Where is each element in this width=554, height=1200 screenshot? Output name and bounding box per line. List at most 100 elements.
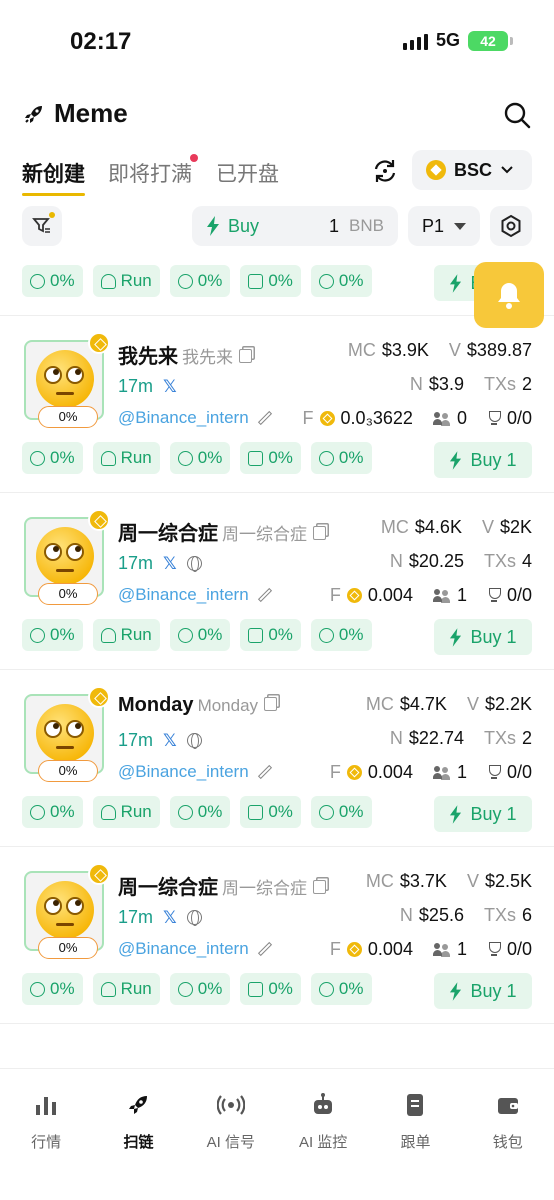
search-icon[interactable]: [502, 100, 532, 130]
chip-value: Run: [120, 271, 152, 290]
market-cap: $3.7K: [399, 871, 447, 891]
globe-icon[interactable]: [186, 910, 202, 926]
token-feed[interactable]: 0% 𝕏 @Binance_intern MC V N TXs F: [0, 258, 554, 1068]
chart-bars-icon: [32, 1091, 60, 1123]
chain-selector[interactable]: BSC: [412, 150, 532, 190]
x-twitter-icon[interactable]: 𝕏: [163, 731, 177, 751]
liquidity-row: N $20.25 TXs 4: [390, 551, 532, 572]
nav-label: 跟单: [400, 1134, 431, 1151]
bnb-icon: [346, 765, 362, 780]
chip-value: 0%: [268, 625, 293, 644]
edit-icon[interactable]: [257, 587, 272, 603]
holders-count: 1: [456, 939, 467, 959]
target-icon: [177, 627, 193, 643]
metric-chips: 0% Run 0% 0% 0%: [22, 265, 372, 297]
chip-value: 0%: [338, 448, 364, 467]
market-row: MC $3.9K V $389.87: [348, 340, 532, 361]
notification-bell-button[interactable]: [474, 262, 544, 328]
dev-row: @Binance_intern: [118, 939, 273, 959]
token-card[interactable]: 0% 周一综合症 周一综合症 17m 𝕏 @Binance_intern MC $…: [0, 847, 554, 1024]
nav-item-4[interactable]: 跟单: [369, 1069, 461, 1200]
n-value: $25.6: [418, 905, 464, 925]
edit-icon[interactable]: [257, 764, 272, 780]
txs-value: 2: [521, 728, 532, 748]
tab-almost-full-label: 即将打满: [108, 163, 192, 186]
nav-item-0[interactable]: 行情: [0, 1069, 92, 1200]
copy-icon[interactable]: [264, 697, 278, 711]
emoji-face-icon: [36, 527, 94, 585]
sniper-chip: 0%: [169, 265, 231, 297]
copy-icon[interactable]: [239, 349, 252, 363]
x-twitter-icon[interactable]: 𝕏: [163, 554, 177, 574]
bundle-chip: 0%: [240, 796, 301, 828]
lightning-icon: [207, 216, 219, 236]
progress-badge: 0%: [38, 937, 98, 959]
copy-icon[interactable]: [313, 880, 326, 894]
nav-item-5[interactable]: 钱包: [462, 1069, 554, 1200]
nav-label: 扫链: [123, 1134, 154, 1151]
nav-label: AI 信号: [206, 1134, 255, 1151]
chef-hat-icon: [100, 450, 116, 466]
copy-icon[interactable]: [313, 526, 326, 540]
nav-item-2[interactable]: AI 信号: [185, 1069, 277, 1200]
buy-button[interactable]: Buy 1: [434, 442, 532, 478]
user-icon: [30, 273, 45, 289]
lightning-icon: [450, 981, 462, 1001]
token-card[interactable]: 0% 周一综合症 周一综合症 17m 𝕏 @Binance_intern MC $…: [0, 493, 554, 670]
settings-button[interactable]: [490, 206, 532, 246]
lightning-icon: [450, 627, 462, 647]
emoji-face-icon: [36, 704, 94, 762]
tab-new[interactable]: 新创建: [22, 158, 85, 196]
cluster-icon: [248, 627, 264, 643]
token-symbol: 周一综合症: [222, 879, 307, 898]
n-value: $22.74: [408, 728, 464, 748]
token-age: 17m: [118, 376, 154, 396]
token-name-row: 我先来 我先来: [118, 340, 252, 369]
x-twitter-icon[interactable]: 𝕏: [163, 908, 177, 928]
chip-value: 0%: [197, 625, 223, 644]
rocket-icon: [124, 1091, 152, 1123]
globe-icon[interactable]: [186, 733, 202, 749]
preset-selector[interactable]: P1: [408, 206, 480, 246]
tab-almost-full[interactable]: 即将打满: [108, 154, 198, 188]
x-twitter-icon[interactable]: 𝕏: [163, 377, 177, 397]
buy-button[interactable]: Buy 1: [434, 796, 532, 832]
edit-icon[interactable]: [257, 941, 272, 957]
token-age-row: 17m 𝕏: [118, 376, 177, 397]
run-chip: Run: [92, 619, 160, 651]
tab-opened[interactable]: 已开盘: [216, 158, 279, 188]
nav-item-3[interactable]: AI 监控: [277, 1069, 369, 1200]
preset-label: P1: [422, 215, 445, 236]
nav-label: 行情: [31, 1134, 62, 1151]
filter-button[interactable]: [22, 206, 62, 246]
progress-badge: 0%: [38, 760, 98, 782]
trophy-value: 0/0: [506, 762, 532, 782]
token-card[interactable]: 0% Monday Monday 17m 𝕏 @Binance_intern M…: [0, 670, 554, 847]
dev-handle[interactable]: @Binance_intern: [118, 585, 249, 605]
volume: $2.5K: [484, 871, 532, 891]
mc-label: MC: [365, 694, 394, 714]
nav-item-1[interactable]: 扫链: [92, 1069, 184, 1200]
tab-new-label: 新创建: [22, 163, 85, 186]
dev-handle[interactable]: @Binance_intern: [118, 939, 249, 959]
user-icon: [30, 981, 45, 997]
insider-chip: 0%: [310, 265, 372, 297]
edit-icon[interactable]: [257, 410, 272, 426]
globe-icon[interactable]: [186, 556, 202, 572]
buy-button[interactable]: Buy 1: [434, 973, 532, 1009]
metric-chips: 0% Run 0% 0% 0%: [22, 619, 372, 651]
page-title: Meme: [22, 98, 128, 129]
user-icon: [30, 450, 45, 466]
chip-value: 0%: [197, 448, 223, 467]
dev-handle[interactable]: @Binance_intern: [118, 408, 249, 428]
quick-buy-amount[interactable]: Buy 1 BNB: [192, 206, 398, 246]
buy-button[interactable]: Buy 1: [434, 619, 532, 655]
dev-handle[interactable]: @Binance_intern: [118, 762, 249, 782]
fee-row: F 0.004 1 0/0: [330, 762, 532, 783]
token-card[interactable]: 0% 我先来 我先来 17m 𝕏 @Binance_intern MC $3.9K…: [0, 316, 554, 493]
token-card[interactable]: 0% 𝕏 @Binance_intern MC V N TXs F: [0, 258, 554, 316]
quick-buy-unit: BNB: [349, 216, 384, 235]
chip-value: 0%: [50, 979, 75, 998]
bundle-chip: 0%: [240, 442, 301, 474]
refresh-icon[interactable]: [370, 156, 400, 186]
